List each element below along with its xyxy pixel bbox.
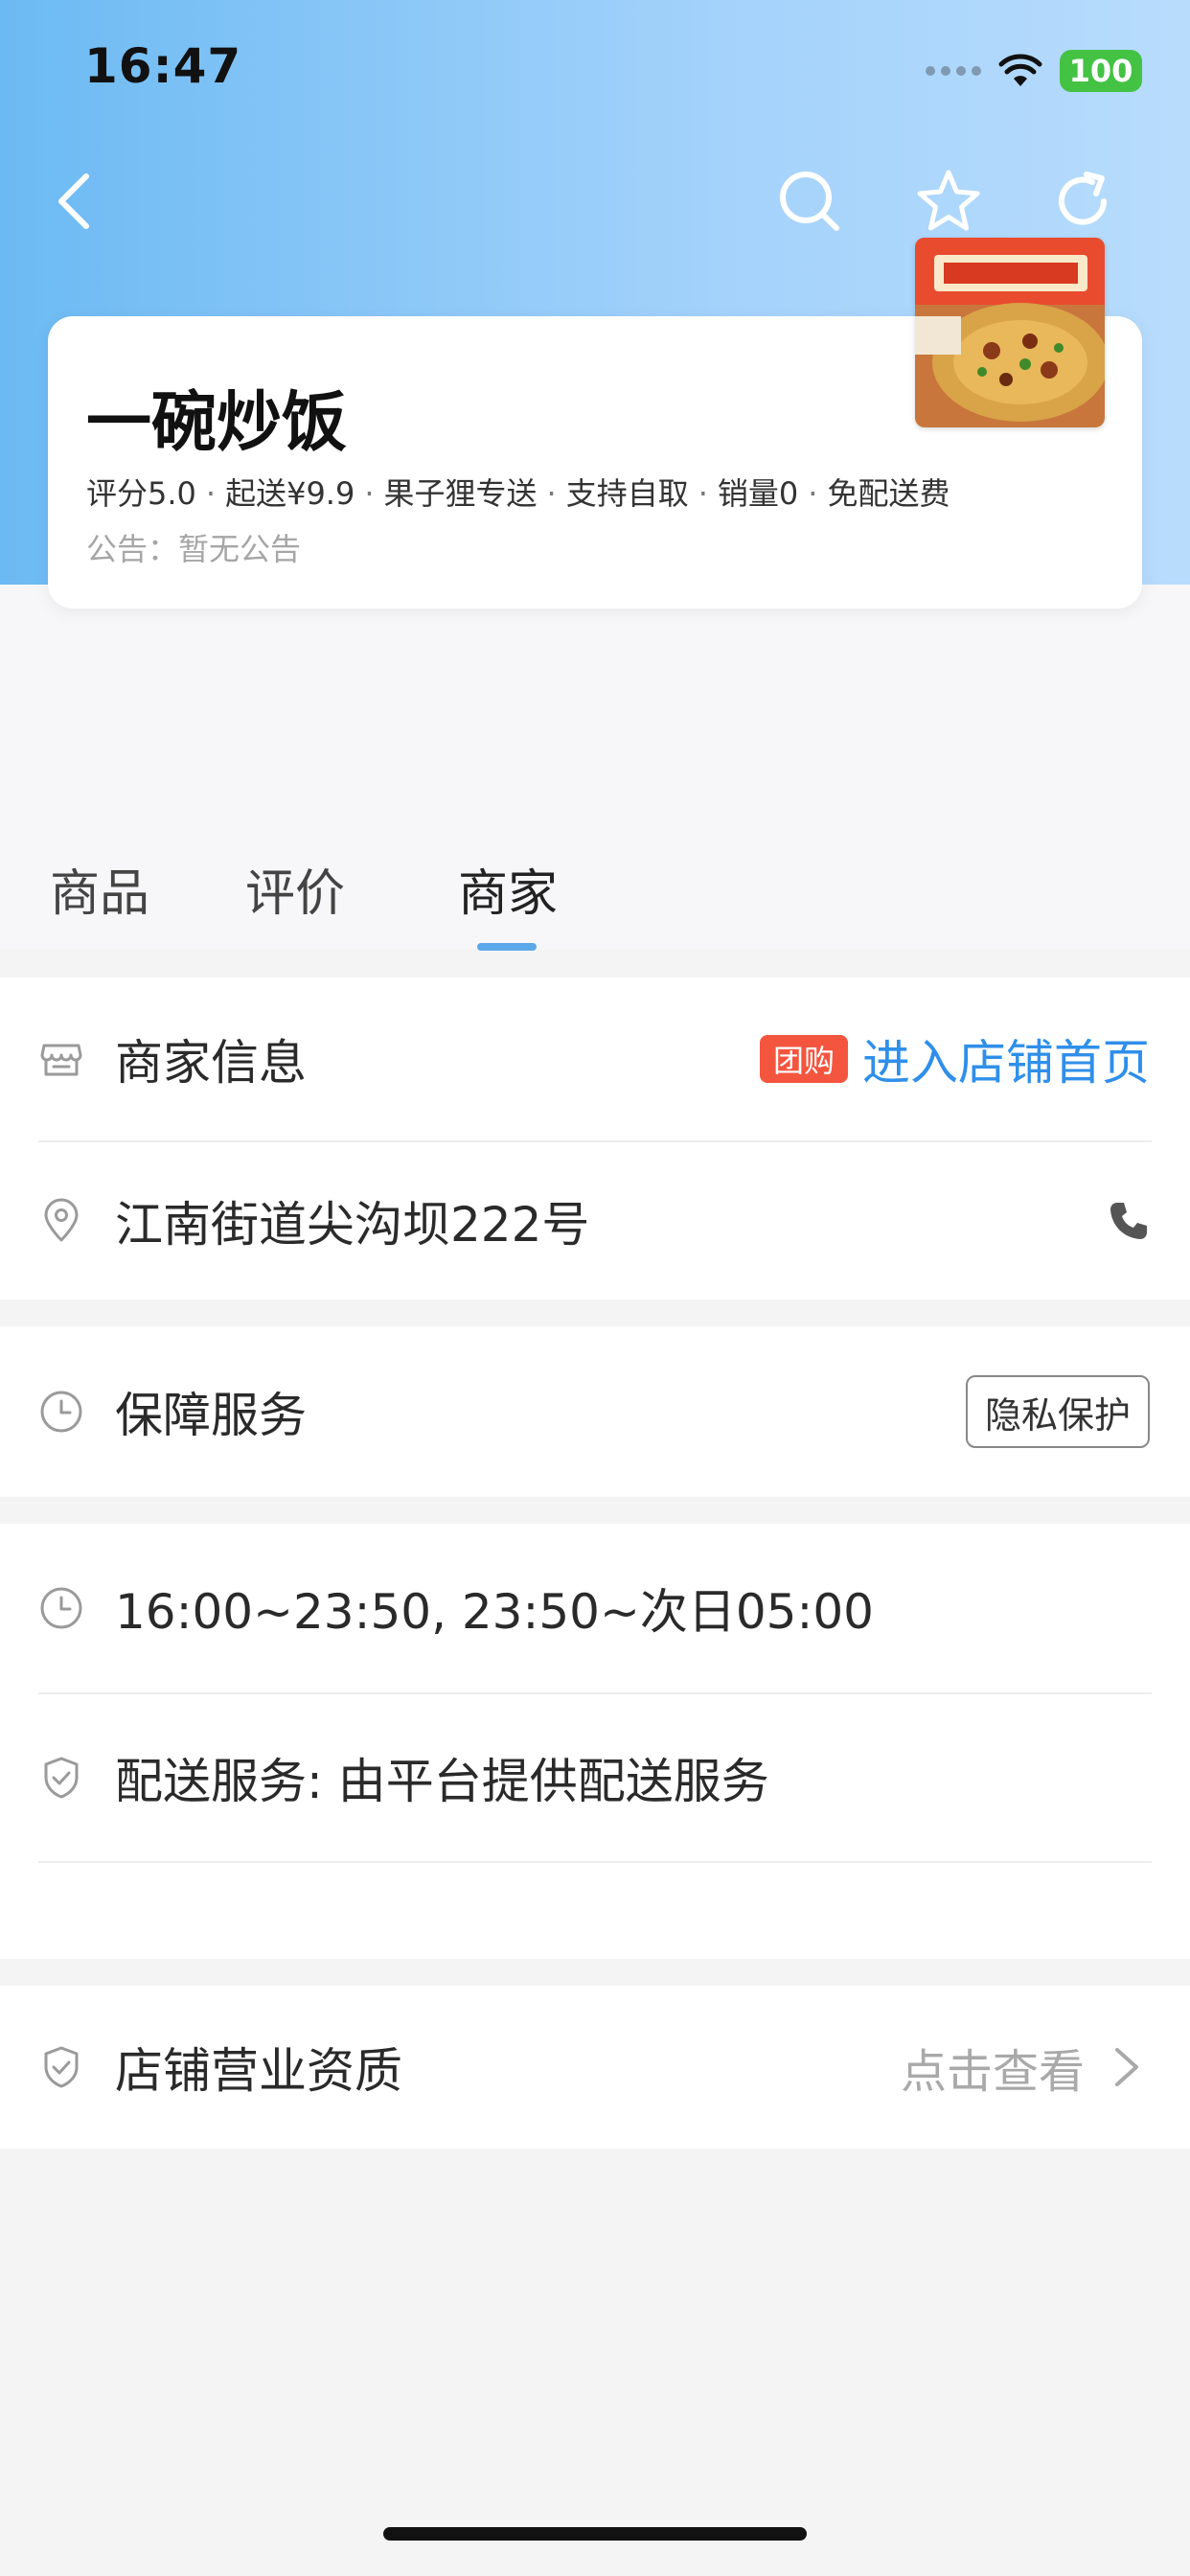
store-sales: 销量0: [717, 475, 799, 512]
divider: [38, 1861, 1152, 1863]
favorite-button[interactable]: [905, 158, 992, 244]
share-icon: [1059, 172, 1107, 225]
group-buy-tag[interactable]: 团购: [760, 1035, 849, 1083]
wifi-icon: [998, 54, 1042, 86]
store-thumbnail[interactable]: [915, 238, 1105, 427]
business-hours: 16:00~23:50, 23:50~次日05:00: [115, 1584, 874, 1640]
active-tab-indicator: [477, 943, 537, 951]
store-notice: 公告：暂无公告: [86, 531, 302, 567]
clock-icon: [38, 1585, 84, 1631]
chevron-right-icon: [1115, 2048, 1138, 2086]
status-time: 16:47: [84, 38, 242, 94]
search-button[interactable]: [767, 158, 853, 244]
star-icon: [917, 170, 980, 231]
shield-check-icon: [38, 1755, 84, 1801]
qualification-row[interactable]: 店铺营业资质 点击查看: [0, 1986, 1190, 2149]
guarantee-label: 保障服务: [115, 1388, 307, 1443]
clock-icon: [38, 1389, 84, 1435]
store-address: 江南街道尖沟坝222号: [115, 1197, 590, 1253]
cellular-signal-icon: [926, 66, 981, 76]
merchant-info-row: 商家信息 团购 进入店铺首页: [0, 978, 1190, 1140]
store-meta: 评分5.0 · 起送¥9.9 · 果子狸专送 · 支持自取 · 销量0 · 免配送费: [86, 475, 950, 512]
guarantee-row: 保障服务 隐私保护: [0, 1326, 1190, 1497]
enter-store-link[interactable]: 进入店铺首页: [862, 1024, 1150, 1093]
view-qualification-link[interactable]: 点击查看: [901, 2034, 1085, 2101]
chevron-left-icon: [58, 173, 89, 229]
home-indicator[interactable]: [383, 2527, 807, 2541]
store-tabs: 商品 评价 商家: [0, 853, 1190, 951]
qualification-label: 店铺营业资质: [115, 2043, 402, 2099]
merchant-section: 商家信息 团购 进入店铺首页 江南街道尖沟坝222号: [0, 978, 1190, 1300]
store-min-order: 起送¥9.9: [225, 475, 355, 512]
business-hours-row: 16:00~23:50, 23:50~次日05:00: [0, 1524, 1190, 1692]
phone-icon[interactable]: [1108, 1200, 1150, 1242]
delivery-service: 配送服务: 由平台提供配送服务: [115, 1754, 769, 1809]
merchant-info-label: 商家信息: [115, 1035, 307, 1091]
service-section: 16:00~23:50, 23:50~次日05:00 配送服务: 由平台提供配送…: [0, 1524, 1190, 1959]
store-delivery-provider: 果子狸专送: [383, 475, 538, 512]
fried-rice-photo: [915, 238, 1105, 427]
location-pin-icon: [38, 1198, 84, 1244]
battery-indicator: 100: [1060, 50, 1142, 92]
store-delivery-fee: 免配送费: [827, 475, 950, 512]
status-indicators: 100: [926, 50, 1142, 92]
share-button[interactable]: [1040, 158, 1126, 244]
tab-merchant[interactable]: 商家: [458, 853, 558, 925]
shield-check-icon: [38, 2044, 84, 2090]
store-icon: [38, 1036, 84, 1082]
store-self-pickup: 支持自取: [565, 475, 689, 512]
address-row[interactable]: 江南街道尖沟坝222号: [0, 1142, 1190, 1300]
back-button[interactable]: [34, 158, 120, 244]
tab-reviews[interactable]: 评价: [245, 853, 345, 925]
qualification-section: 店铺营业资质 点击查看: [0, 1986, 1190, 2149]
store-name: 一碗炒饭: [86, 385, 348, 461]
search-icon: [780, 172, 839, 231]
store-rating: 评分5.0: [86, 475, 196, 512]
delivery-service-row: 配送服务: 由平台提供配送服务: [0, 1694, 1190, 1861]
tab-products[interactable]: 商品: [50, 853, 149, 925]
guarantee-section: 保障服务 隐私保护: [0, 1326, 1190, 1497]
privacy-protection-button[interactable]: 隐私保护: [965, 1375, 1150, 1448]
